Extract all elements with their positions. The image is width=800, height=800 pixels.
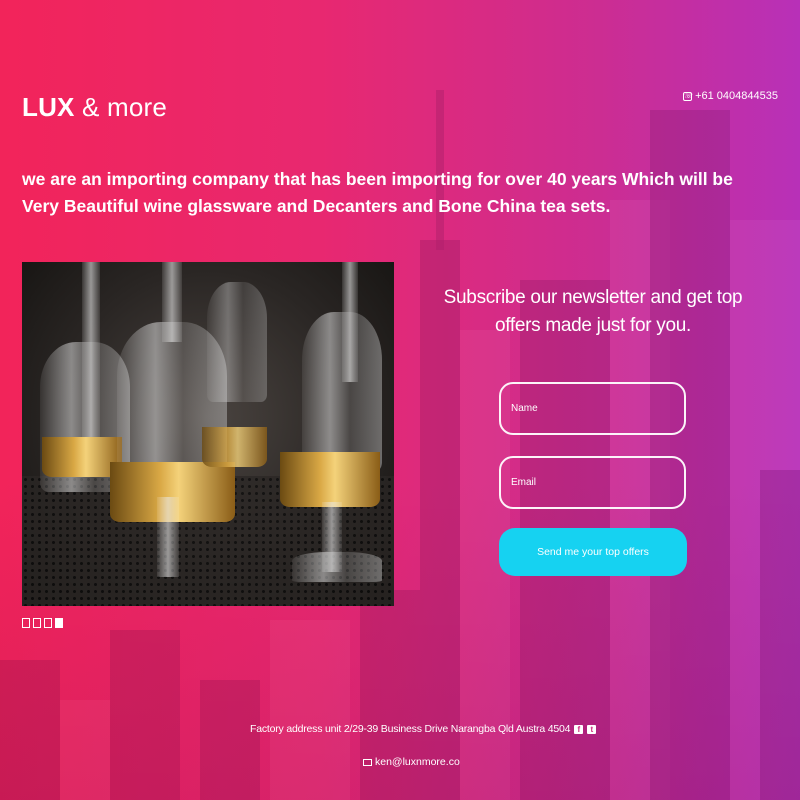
- footer-email[interactable]: ken@luxnmore.co: [363, 756, 460, 768]
- phone-contact[interactable]: ☏ +61 0404844535: [683, 90, 778, 102]
- carousel-indicators: [22, 618, 63, 628]
- brand-name-rest: & more: [82, 92, 168, 122]
- facebook-icon[interactable]: f: [574, 724, 584, 734]
- mail-icon: [363, 758, 372, 766]
- twitter-icon[interactable]: t: [587, 724, 597, 734]
- name-input[interactable]: [499, 382, 686, 435]
- carousel-dot-4[interactable]: [55, 618, 63, 628]
- intro-text: we are an importing company that has bee…: [22, 169, 733, 216]
- email-input[interactable]: [499, 456, 686, 509]
- phone-number: +61 0404844535: [695, 90, 778, 102]
- carousel-dot-2[interactable]: [33, 618, 41, 628]
- footer-address: Factory address unit 2/29-39 Business Dr…: [250, 723, 597, 735]
- brand-logo[interactable]: LUX & more: [22, 92, 167, 123]
- subscribe-button[interactable]: Send me your top offers: [499, 528, 687, 576]
- brand-name-bold: LUX: [22, 92, 75, 122]
- address-text: Factory address unit 2/29-39 Business Dr…: [250, 723, 571, 735]
- product-photo: [22, 262, 394, 606]
- carousel-dot-3[interactable]: [44, 618, 52, 628]
- phone-icon: ☏: [683, 91, 693, 101]
- email-text: ken@luxnmore.co: [375, 756, 460, 768]
- carousel-dot-1[interactable]: [22, 618, 30, 628]
- newsletter-title: Subscribe our newsletter and get top off…: [443, 287, 743, 336]
